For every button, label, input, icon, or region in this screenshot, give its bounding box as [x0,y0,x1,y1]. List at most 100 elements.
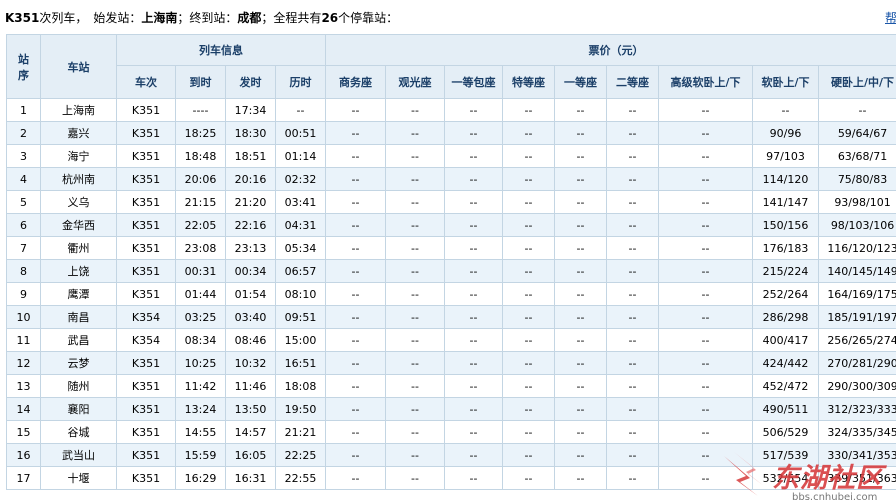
table-row: 17 十堰 K351 16:29 16:31 22:55 -- -- -- -- -- -- -- 532… [6,466,896,490]
table-cell: -- [444,121,503,145]
origin-station: 上海南 [141,11,178,25]
table-cell: -- [658,121,753,145]
table-cell: 08:34 [175,328,226,352]
table-cell: 97/103 [752,144,819,168]
table-cell: -- [658,351,753,375]
station-cell: 嘉兴 [40,121,117,145]
help-link[interactable]: 帮 [885,9,896,26]
table-cell: 21:21 [275,420,326,444]
table-cell: -- [658,466,753,490]
table-cell: 21:15 [175,190,226,214]
table-cell: -- [444,305,503,329]
table-cell: 116/120/123 [817,236,896,260]
table-cell: 13:50 [225,397,276,421]
summary-text-4: 个停靠站： [338,11,399,25]
table-cell: 09:51 [275,305,326,329]
table-cell: 8 [6,259,41,283]
table-cell: -- [606,167,659,191]
table-cell: -- [385,397,445,421]
station-cell: 云梦 [40,351,117,375]
table-row: 5 义乌 K351 21:15 21:20 03:41 -- -- -- -- -- -- -- 141/… [6,190,896,214]
table-cell: -- [606,282,659,306]
table-cell: 4 [6,167,41,191]
table-cell: -- [502,420,555,444]
station-cell: 义乌 [40,190,117,214]
subheader-cell: 历时 [275,65,326,99]
table-cell: 18:25 [175,121,226,145]
table-cell: -- [502,397,555,421]
table-cell: 10 [6,305,41,329]
table-cell: -- [502,121,555,145]
table-cell: -- [325,213,386,237]
table-cell: -- [502,190,555,214]
table-cell: 75/80/83 [817,167,896,191]
table-cell: 16:05 [225,443,276,467]
table-cell: 490/511 [752,397,819,421]
table-cell: 18:30 [225,121,276,145]
table-cell: -- [444,236,503,260]
table-cell: -- [502,305,555,329]
table-cell: K351 [116,282,176,306]
table-row: 11 武昌 K354 08:34 08:46 15:00 -- -- -- -- -- -- -- 400… [6,328,896,352]
table-cell: K351 [116,121,176,145]
header-station: 车站 [40,34,117,99]
table-cell: K354 [116,305,176,329]
table-row: 4 杭州南 K351 20:06 20:16 02:32 -- -- -- -- -- -- -- 114… [6,167,896,191]
table-cell: -- [385,305,445,329]
table-row: 10 南昌 K354 03:25 03:40 09:51 -- -- -- -- -- -- -- 286… [6,305,896,329]
station-cell: 衢州 [40,236,117,260]
table-cell: -- [444,98,503,122]
table-cell: -- [606,98,659,122]
table-cell: -- [606,328,659,352]
table-cell: K351 [116,190,176,214]
table-cell: -- [554,305,607,329]
table-cell: -- [554,374,607,398]
subheader-cell: 高级软卧上/下 [658,65,753,99]
stop-count: 26 [321,11,339,25]
table-cell: -- [658,167,753,191]
table-cell: 93/98/101 [817,190,896,214]
table-cell: -- [325,190,386,214]
table-cell: -- [658,374,753,398]
table-cell: -- [385,259,445,283]
table-cell: 90/96 [752,121,819,145]
table-cell: -- [554,443,607,467]
table-cell: 6 [6,213,41,237]
table-cell: 5 [6,190,41,214]
table-cell: -- [606,213,659,237]
table-cell: 01:54 [225,282,276,306]
table-cell: -- [606,397,659,421]
table-cell: -- [658,259,753,283]
table-cell: 532/554 [752,466,819,490]
table-cell: -- [658,328,753,352]
table-cell: K351 [116,236,176,260]
table-cell: -- [606,443,659,467]
table-cell: -- [444,190,503,214]
table-cell: -- [385,236,445,260]
table-cell: 23:13 [225,236,276,260]
summary-text-1: 次列车， 始发站： [39,11,142,25]
table-cell: 11:42 [175,374,226,398]
table-cell: -- [325,121,386,145]
subheader-cell: 一等包座 [444,65,503,99]
table-cell: -- [554,190,607,214]
table-cell: 15:00 [275,328,326,352]
table-cell: -- [444,443,503,467]
table-cell: -- [385,374,445,398]
table-row: 8 上饶 K351 00:31 00:34 06:57 -- -- -- -- -- -- -- 215/… [6,259,896,283]
table-cell: -- [325,144,386,168]
table-cell: 20:06 [175,167,226,191]
table-cell: K351 [116,397,176,421]
destination-station: 成都 [237,11,262,25]
table-cell: 215/224 [752,259,819,283]
table-cell: -- [606,466,659,490]
table-cell: -- [385,282,445,306]
table-cell: -- [817,98,896,122]
table-cell: 23:08 [175,236,226,260]
table-cell: 141/147 [752,190,819,214]
station-cell: 杭州南 [40,167,117,191]
subheader-cell: 发时 [225,65,276,99]
subheader-cell: 硬卧上/中/下 [817,65,896,99]
table-row: 6 金华西 K351 22:05 22:16 04:31 -- -- -- -- -- -- -- 150… [6,213,896,237]
table-row: 15 谷城 K351 14:55 14:57 21:21 -- -- -- -- -- -- -- 506… [6,420,896,444]
